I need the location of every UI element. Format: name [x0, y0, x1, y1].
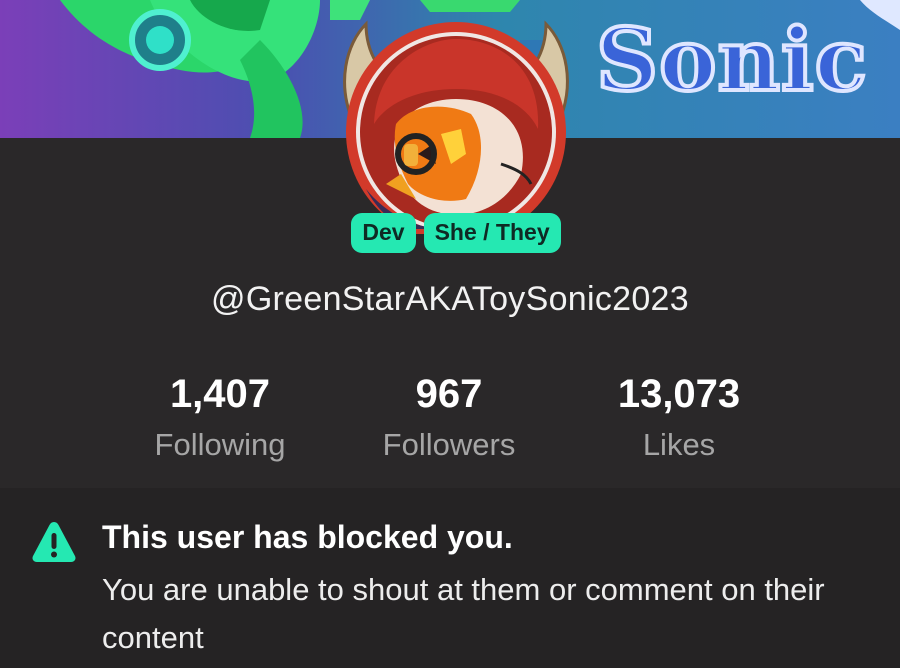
profile-stats: 1,407 Following 967 Followers 13,073 Lik… — [0, 372, 900, 472]
following-label: Following — [154, 427, 286, 462]
stat-followers[interactable]: 967 Followers — [349, 372, 549, 463]
followers-count: 967 — [415, 372, 483, 416]
stat-likes[interactable]: 13,073 Likes — [579, 372, 779, 463]
notice-body: You are unable to shout at them or comme… — [102, 572, 825, 655]
profile-page: Sonic Dev She / They @GreenStarAKAToySon… — [0, 0, 900, 668]
warning-icon — [30, 518, 78, 570]
likes-count: 13,073 — [617, 372, 741, 416]
avatar[interactable] — [326, 14, 586, 242]
banner-title-text: Sonic — [594, 10, 869, 111]
stat-following[interactable]: 1,407 Following — [120, 372, 320, 463]
likes-label: Likes — [642, 427, 716, 462]
username: @GreenStarAKAToySonic2023 — [211, 280, 689, 318]
profile-badges: Dev She / They — [0, 213, 900, 253]
dev-badge: Dev — [351, 213, 416, 253]
notice-title: This user has blocked you. — [102, 519, 513, 555]
pronouns-badge: She / They — [423, 213, 561, 253]
followers-label: Followers — [382, 427, 516, 462]
following-count: 1,407 — [169, 372, 271, 416]
